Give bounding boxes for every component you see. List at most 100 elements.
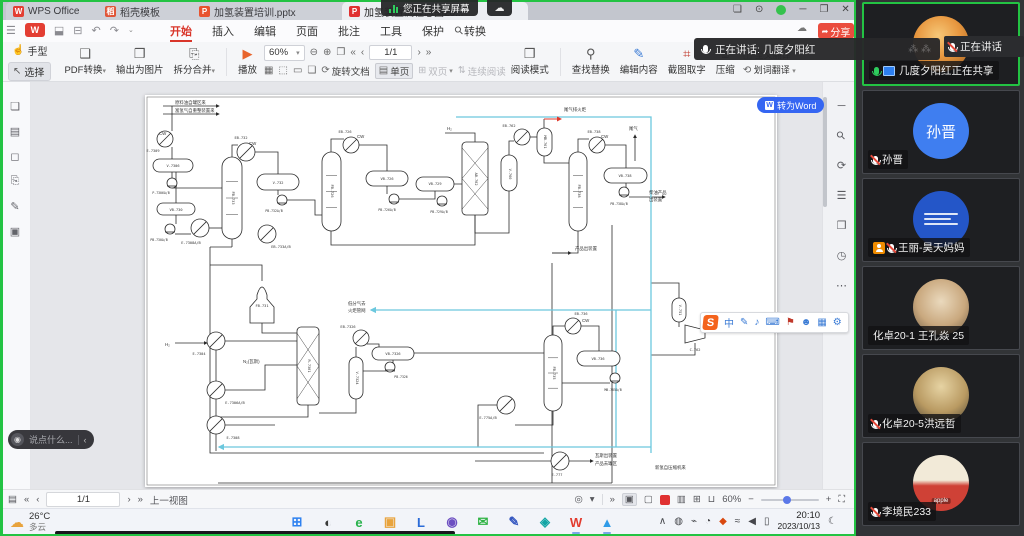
page-indicator[interactable]: 1/1: [369, 45, 412, 60]
wps-app[interactable]: W: [565, 511, 587, 533]
main-menu-icon[interactable]: ☰: [6, 24, 16, 37]
translate-word-button[interactable]: ⟲ 划词翻译 ▾: [743, 63, 796, 76]
pdf-convert-button[interactable]: ❑PDF转换▾: [59, 47, 111, 76]
tray-volume-icon[interactable]: ◀: [748, 516, 756, 527]
prev-view-button[interactable]: 上一视图: [150, 493, 188, 507]
zoom-slider[interactable]: [761, 499, 819, 501]
convert-to-word-button[interactable]: W转为Word: [757, 97, 824, 113]
split-view-icon[interactable]: ❏: [733, 4, 742, 15]
browser-360[interactable]: e: [348, 511, 370, 533]
focus-assist-icon[interactable]: ☾: [828, 516, 837, 527]
photos-app[interactable]: ▲: [596, 511, 618, 533]
thumbnail-icon[interactable]: ▤: [10, 125, 20, 138]
fit-window-icon[interactable]: ❐: [336, 47, 345, 58]
next-page-nav-icon[interactable]: ›: [127, 494, 130, 505]
tray-shield-icon[interactable]: ◆: [719, 516, 727, 527]
single-page-button[interactable]: ▤单页: [375, 63, 413, 79]
toolbox-icon[interactable]: ▦: [817, 317, 826, 328]
vertical-scrollbar[interactable]: [823, 97, 827, 207]
menu-tab-编辑[interactable]: 编辑: [244, 20, 286, 42]
reaction-icons[interactable]: ⁂ ⁂: [908, 44, 931, 55]
last-page-nav-icon[interactable]: »: [138, 494, 143, 505]
document-tab[interactable]: P加氢装置培训.pptx: [192, 2, 354, 20]
fit-width-icon[interactable]: ▥: [677, 494, 686, 505]
menu-tab-工具[interactable]: 工具: [370, 20, 412, 42]
comment-chip[interactable]: ◉ 说点什么... ‹: [8, 430, 94, 449]
edit-content-button[interactable]: ✎编辑内容: [615, 47, 663, 76]
taskbar-clock[interactable]: 20:10 2023/10/13: [777, 511, 820, 531]
participant-tile[interactable]: apple李境民233: [862, 442, 1020, 526]
collapse-chip-icon[interactable]: ‹: [84, 435, 87, 445]
member-dot-icon[interactable]: [776, 5, 786, 15]
pen-icon[interactable]: ✎: [740, 317, 748, 328]
layout2-icon[interactable]: ⬚: [279, 65, 288, 76]
layout3-icon[interactable]: ▭: [293, 65, 302, 76]
hand-tool-button[interactable]: ☝手型: [8, 42, 51, 59]
menu-tab-批注[interactable]: 批注: [328, 20, 370, 42]
mail-app[interactable]: ✉: [472, 511, 494, 533]
save-icon[interactable]: ⬓: [54, 24, 64, 37]
export-image-button[interactable]: ❒输出为图片: [111, 47, 169, 76]
bookmark-icon[interactable]: ❏: [10, 100, 20, 113]
double-page-button[interactable]: ⊞双页▾: [418, 64, 453, 78]
keyboard-icon[interactable]: ⌨: [765, 317, 779, 328]
seal-icon[interactable]: ▣: [10, 225, 20, 238]
tray-expand-icon[interactable]: ∧: [659, 516, 666, 527]
zoom-out-button[interactable]: −: [748, 494, 754, 505]
double-page-icon[interactable]: ▢: [644, 494, 653, 505]
read-mode-button[interactable]: ❒阅读模式: [506, 47, 554, 76]
continuous-button[interactable]: ⇅连续阅读: [458, 64, 506, 78]
participant-tile[interactable]: 王丽-昊天妈妈: [862, 178, 1020, 262]
collapse-icon[interactable]: ─: [838, 100, 846, 112]
zoom-out-icon[interactable]: ⊖: [310, 47, 318, 58]
skin-icon[interactable]: ⚑: [786, 317, 795, 328]
split-merge-button[interactable]: ⎘拆分合并▾: [169, 47, 221, 76]
more-icon[interactable]: ⋯: [836, 279, 847, 292]
quick-caret-icon[interactable]: ⌄: [128, 26, 134, 34]
find-replace-button[interactable]: ⚲查找替换: [567, 47, 615, 76]
play-button[interactable]: ▶播放: [233, 47, 262, 76]
share-button[interactable]: ➦分享: [818, 23, 854, 39]
edge-browser[interactable]: ◉: [441, 511, 463, 533]
tray-cloud-icon[interactable]: ◔: [705, 516, 711, 527]
zoom-combo[interactable]: 60%▾: [264, 45, 305, 61]
rotate-doc-button[interactable]: ⟳旋转文档: [321, 64, 369, 78]
history-icon[interactable]: ◷: [837, 249, 847, 262]
page-number-box[interactable]: 1/1: [46, 492, 120, 507]
tray-network-icon[interactable]: ◍: [674, 516, 683, 527]
print-icon[interactable]: ⊟: [73, 24, 82, 37]
next-page-icon[interactable]: ›: [417, 47, 420, 58]
pdf-page[interactable]: E-7309V-7306P-7306A/BVB-730PB-730A/BE-73…: [145, 95, 777, 487]
comment-icon[interactable]: ◻: [10, 150, 19, 163]
minimize-icon[interactable]: ─: [799, 4, 806, 15]
file-explorer[interactable]: ▣: [379, 511, 401, 533]
comment-placeholder[interactable]: 说点什么...: [29, 433, 73, 446]
cloud-sync-icon[interactable]: ☁: [797, 23, 807, 34]
signature-icon[interactable]: ✎: [10, 200, 19, 213]
undo-icon[interactable]: ↶: [92, 24, 101, 37]
first-page-icon[interactable]: «: [350, 47, 356, 58]
sogou-logo-icon[interactable]: S: [702, 315, 719, 330]
meeting-cloud-button[interactable]: ☁: [487, 0, 512, 16]
fullscreen-icon[interactable]: ⛶: [838, 494, 845, 505]
settings-icon[interactable]: ⚙: [833, 317, 842, 328]
crop-icon[interactable]: ❒: [837, 219, 847, 232]
fit-height-icon[interactable]: ⊔: [708, 494, 715, 505]
lenovo-app[interactable]: L: [410, 511, 432, 533]
last-page-icon[interactable]: »: [426, 47, 432, 58]
restore-icon[interactable]: ❐: [819, 4, 828, 15]
single-page-icon[interactable]: ▣: [622, 493, 637, 506]
menu-tab-保护[interactable]: 保护: [412, 20, 454, 42]
voice-icon[interactable]: ♪: [754, 317, 759, 328]
tray-wifi-icon[interactable]: ≈: [735, 516, 741, 527]
skin-icon[interactable]: ⊙: [755, 4, 763, 15]
tray-mic-icon[interactable]: ⌁: [691, 516, 697, 527]
participant-tile[interactable]: 化卓20-5洪远哲: [862, 354, 1020, 438]
notes-app[interactable]: ✎: [503, 511, 525, 533]
attachment-icon[interactable]: ⎘: [11, 175, 20, 188]
first-page-nav-icon[interactable]: «: [24, 494, 29, 505]
emoji-icon[interactable]: ☻: [801, 317, 812, 328]
lang-zh-icon[interactable]: 中: [724, 315, 734, 330]
zoom-in-icon[interactable]: ⊕: [323, 47, 331, 58]
quick-access-toolbar[interactable]: ☰ W ⬓ ⊟ ↶ ↷ ⌄: [6, 23, 134, 37]
